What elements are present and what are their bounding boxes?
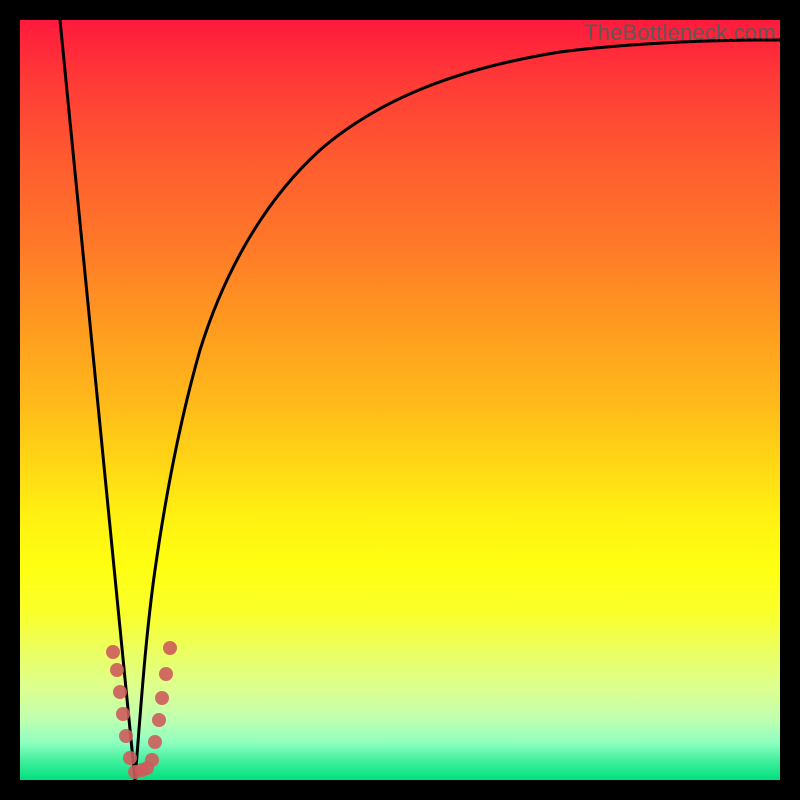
left-branch-curve: [60, 20, 135, 780]
data-point-dot: [123, 751, 137, 765]
data-point-dot: [152, 713, 166, 727]
plot-area: TheBottleneck.com: [20, 20, 780, 780]
data-point-dot: [113, 685, 127, 699]
curve-layer: [20, 20, 780, 780]
data-point-dot: [116, 707, 130, 721]
data-point-dot: [155, 691, 169, 705]
chart-frame: TheBottleneck.com: [0, 0, 800, 800]
data-point-dot: [163, 641, 177, 655]
data-point-dot: [145, 753, 159, 767]
data-point-dot: [119, 729, 133, 743]
data-point-dot: [159, 667, 173, 681]
data-point-dot: [110, 663, 124, 677]
right-branch-curve: [135, 40, 780, 780]
data-point-dot: [106, 645, 120, 659]
data-point-dot: [148, 735, 162, 749]
